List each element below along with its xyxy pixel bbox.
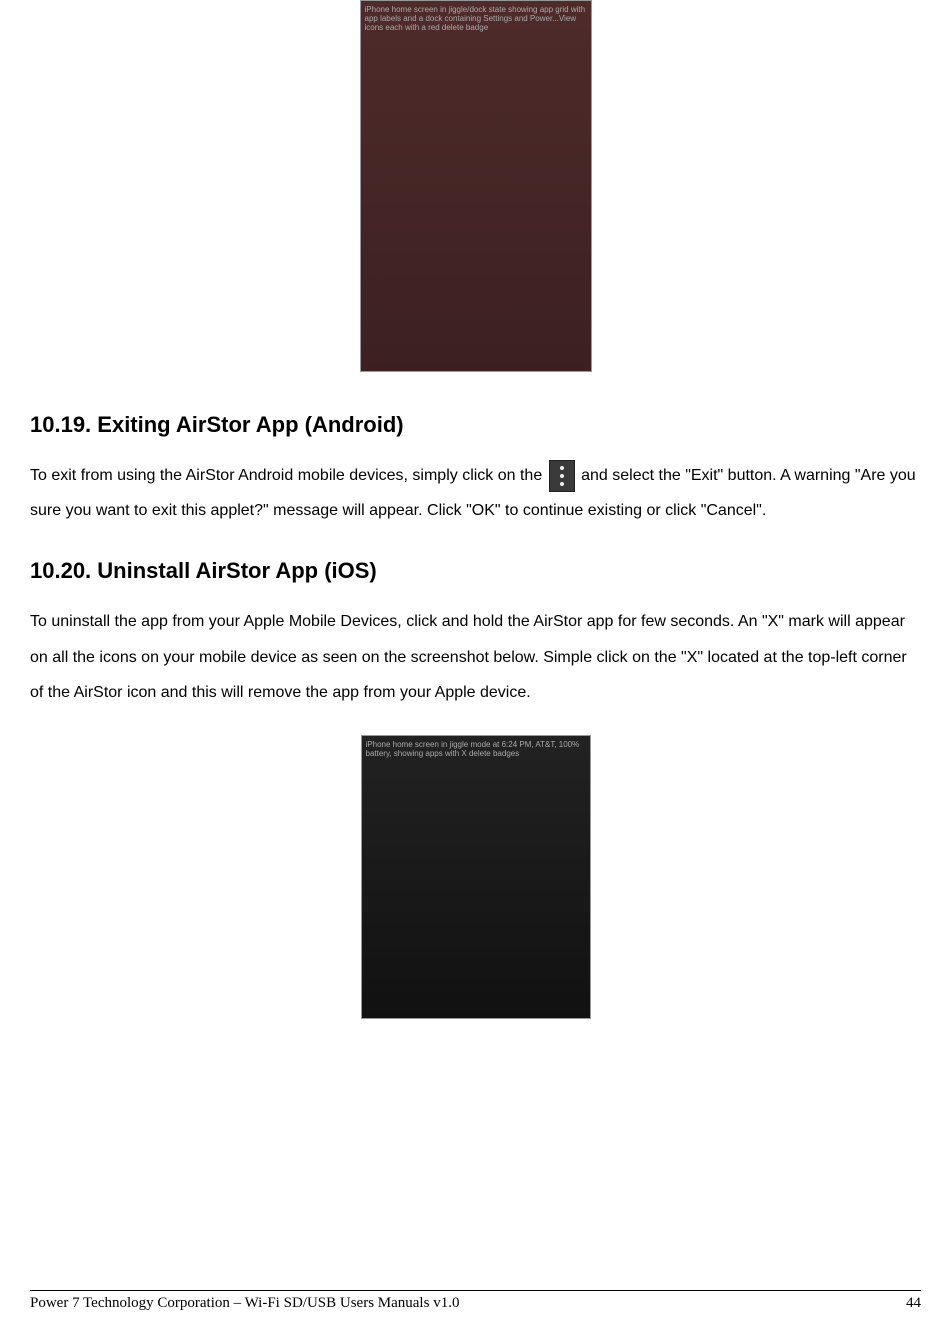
overflow-menu-icon <box>549 460 575 492</box>
heading-uninstall-airstor-ios: 10.20. Uninstall AirStor App (iOS) <box>30 558 921 584</box>
page-footer: Power 7 Technology Corporation – Wi-Fi S… <box>30 1290 921 1312</box>
footer-left: Power 7 Technology Corporation – Wi-Fi S… <box>30 1295 459 1312</box>
footer-page-number: 44 <box>906 1295 921 1312</box>
screenshot-android-exit: iPhone home screen in jiggle/dock state … <box>360 0 592 372</box>
screenshot-ios-uninstall-caption: iPhone home screen in jiggle mode at 6:2… <box>366 740 590 758</box>
paragraph-exit-android-part1: To exit from using the AirStor Android m… <box>30 467 547 484</box>
screenshot-android-exit-caption: iPhone home screen in jiggle/dock state … <box>365 5 591 32</box>
paragraph-exit-android: To exit from using the AirStor Android m… <box>30 458 921 528</box>
paragraph-uninstall-ios: To uninstall the app from your Apple Mob… <box>30 604 921 710</box>
heading-exiting-airstor-android: 10.19. Exiting AirStor App (Android) <box>30 412 921 438</box>
screenshot-ios-uninstall: iPhone home screen in jiggle mode at 6:2… <box>361 735 591 1019</box>
